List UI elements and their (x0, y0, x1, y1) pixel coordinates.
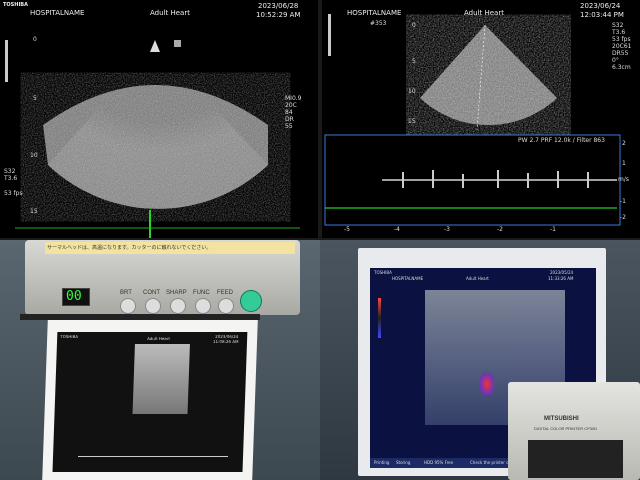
color-flow-region (480, 373, 494, 395)
printed-image: TOSHIBA Adult Heart 2023/06/24 11:08:26 … (52, 332, 248, 472)
print-brand: TOSHIBA (60, 334, 79, 339)
sharp-button[interactable] (170, 298, 186, 314)
param: 84 (285, 109, 293, 116)
doppler-scale: 2 (622, 140, 626, 147)
func-label: FUNC (193, 290, 210, 296)
param: DR (285, 116, 294, 123)
cursor-label: #353 (370, 20, 387, 27)
depth-mark: 15 (30, 208, 38, 215)
param: 20C61 (612, 43, 632, 50)
param: 53 fps (4, 190, 23, 197)
brt-label: BRT (120, 290, 132, 296)
footer-item: Printing (374, 460, 390, 465)
param: 20C (285, 102, 297, 109)
counter-value: 00 (66, 289, 82, 304)
param: 55 (285, 123, 293, 130)
scan-panel-top-right: HOSPITALNAME Adult Heart 2023/06/24 12:0… (322, 0, 640, 238)
printer-brand: MITSUBISHI (544, 416, 579, 422)
print-time: 11:08:26 AM (212, 339, 239, 344)
param: 53 fps (612, 36, 631, 43)
sector-image (5, 40, 300, 238)
print-preset: Adult Heart (147, 336, 171, 341)
grayscale-bar (5, 40, 8, 82)
printed-ecg-line (78, 456, 229, 457)
doppler-scale: -2 (620, 214, 626, 221)
brt-button[interactable] (120, 298, 136, 314)
param: T3.6 (4, 175, 18, 182)
feed-label: FEED (217, 290, 234, 296)
printed-scan (132, 344, 190, 414)
doppler-view (324, 14, 621, 226)
depth-mark: 5 (33, 95, 37, 102)
param: DR55 (612, 50, 629, 57)
doppler-scale: m/s (618, 176, 629, 183)
color-print-photo: TOSHIBA HOSPITALNAME Adult Heart 2023/05… (320, 240, 640, 480)
power-button[interactable] (240, 290, 262, 312)
sharp-label: SHARP (166, 290, 187, 296)
param: 6.3cm (612, 64, 631, 71)
depth-mark: 0 (412, 22, 416, 29)
doppler-scale: 1 (622, 160, 626, 167)
param: T3.6 (612, 29, 626, 36)
printer-warning-strip: サーマルヘッドは、高温になります。カッターのに触れないでください。 (45, 242, 295, 254)
mitsubishi-printer: MITSUBISHI DIGITAL COLOR PRINTER CP30D (508, 382, 640, 480)
footer-item: HDD 95% Free (424, 460, 454, 465)
printer-model: DIGITAL COLOR PRINTER CP30D (534, 426, 598, 431)
color-scale-bar (378, 298, 381, 338)
func-button[interactable] (195, 298, 211, 314)
params-right: S32 T3.6 53 fps 20C61 DR55 0° 6.3cm (612, 22, 631, 71)
depth-mark: 0 (33, 36, 37, 43)
doppler-info: PW 2.7 PRF 12.0k / Filter 863 (518, 137, 605, 144)
footer-item: Storing (396, 460, 411, 465)
time-tick: -3 (444, 226, 450, 233)
feed-button[interactable] (218, 298, 234, 314)
printed-paper: TOSHIBA Adult Heart 2023/06/24 11:08:26 … (42, 320, 258, 480)
counter-display: 00 (62, 288, 90, 306)
depth-mark: 5 (412, 58, 416, 65)
printer-tray (528, 440, 623, 478)
params-right: MI0.9 20C 84 DR 55 (285, 95, 302, 130)
print-hospital: HOSPITALNAME (392, 276, 424, 281)
time-tick: -2 (497, 226, 503, 233)
print-brand: TOSHIBA (374, 270, 392, 275)
printer-warning: サーマルヘッドは、高温になります。カッターのに触れないでください。 (47, 245, 212, 251)
printer-photo: サーマルヘッドは、高温になります。カッターのに触れないでください。 00 BRT… (0, 240, 320, 480)
time-tick: -4 (394, 226, 400, 233)
print-date: 2023/05/24 (550, 270, 574, 275)
print-preset: Adult Heart (466, 276, 489, 281)
param: 0° (612, 57, 619, 64)
param: MI0.9 (285, 95, 302, 102)
param: S32 (612, 22, 624, 29)
params-left: S32 T3.6 53 fps (4, 168, 23, 197)
cont-button[interactable] (145, 298, 161, 314)
print-time: 11:33:26 AM (548, 276, 574, 281)
param: S32 (4, 168, 16, 175)
depth-mark: 10 (30, 152, 38, 159)
depth-mark: 10 (408, 88, 416, 95)
doppler-spectrum (402, 170, 589, 188)
grayscale-bar (328, 14, 331, 56)
time-tick: -5 (344, 226, 350, 233)
cont-label: CONT (143, 290, 160, 296)
scan-panel-top-left: TOSHIBA HOSPITALNAME Adult Heart 2023/06… (0, 0, 318, 238)
probe-marker-icon (150, 40, 160, 52)
doppler-scale: -1 (620, 198, 626, 205)
time-tick: -1 (550, 226, 556, 233)
depth-mark: 15 (408, 118, 416, 125)
